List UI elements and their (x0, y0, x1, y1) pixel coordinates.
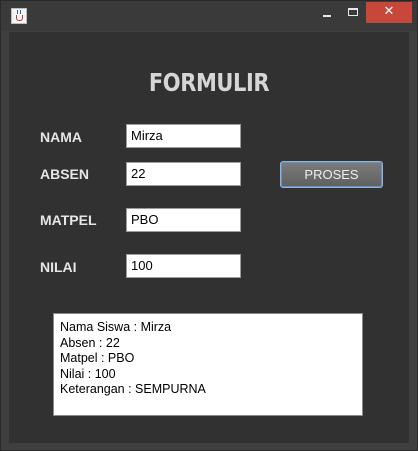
matpel-label: MATPEL (40, 212, 97, 228)
matpel-input[interactable]: PBO (126, 208, 241, 232)
minimize-button[interactable] (314, 2, 340, 23)
result-line-nilai: Nilai : 100 (60, 366, 116, 381)
proses-button[interactable]: PROSES (280, 161, 383, 188)
app-window: ✕ FORMULIR NAMA Mirza ABSEN 22 PROSES MA… (0, 0, 418, 451)
result-line-absen: Absen : 22 (60, 335, 120, 350)
close-icon: ✕ (383, 4, 395, 19)
nilai-input[interactable]: 100 (126, 254, 241, 278)
form-title: FORMULIR (148, 68, 270, 97)
nama-label: NAMA (40, 129, 82, 145)
form-panel: FORMULIR NAMA Mirza ABSEN 22 PROSES MATP… (9, 32, 409, 443)
close-button[interactable]: ✕ (366, 2, 412, 23)
minimize-icon (323, 15, 331, 17)
result-textarea[interactable]: Nama Siswa : Mirza Absen : 22 Matpel : P… (53, 313, 363, 416)
absen-label: ABSEN (40, 166, 90, 182)
java-cup-icon[interactable] (11, 8, 27, 24)
nama-input[interactable]: Mirza (126, 124, 241, 148)
nilai-label: NILAI (40, 259, 77, 275)
result-line-matpel: Matpel : PBO (60, 351, 135, 365)
result-line-nama: Nama Siswa : Mirza (60, 320, 172, 334)
result-line-keterangan: Keterangan : SEMPURNA (60, 382, 206, 396)
maximize-icon (348, 8, 358, 16)
absen-input[interactable]: 22 (126, 162, 241, 186)
title-bar[interactable]: ✕ (1, 1, 417, 31)
maximize-button[interactable] (340, 2, 366, 23)
